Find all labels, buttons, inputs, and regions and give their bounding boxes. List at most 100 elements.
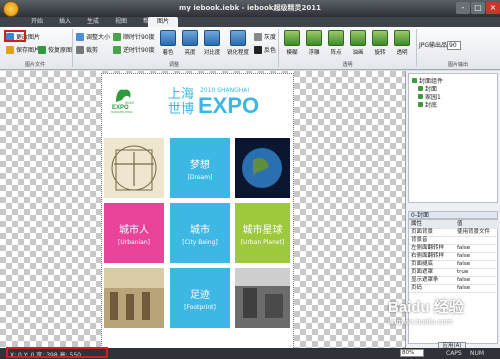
grayscale-icon — [254, 32, 262, 41]
property-key: 页面褪底 — [411, 261, 434, 267]
rotate-ccw-button[interactable]: 逆时针90度 — [113, 45, 155, 54]
tile-city-en: [City Being] — [182, 238, 218, 246]
oil-paint-label: 油画 — [352, 50, 364, 56]
tile-dream-en: [Dream] — [187, 173, 213, 181]
colorize-icon — [160, 30, 176, 46]
property-value[interactable]: false — [457, 284, 470, 292]
contrast-button[interactable]: 对比度 — [202, 30, 222, 56]
restore-image-label: 恢复原图 — [48, 47, 73, 54]
save-image-button[interactable]: 保存图片 — [6, 45, 40, 54]
property-value[interactable]: true — [457, 268, 468, 276]
property-key: 显示遮罩条 — [411, 277, 439, 283]
quality-input[interactable]: 90 — [447, 41, 461, 50]
group-label-adjust: 调整 — [168, 62, 179, 68]
tile-planet-en: [Urban Planet] — [240, 238, 285, 246]
app-logo-icon[interactable] — [3, 1, 19, 17]
oil-paint-button[interactable]: 油画 — [348, 30, 368, 56]
logo-sub: SHANGHAI CHINA — [111, 111, 133, 114]
group-label-export: 图片输出 — [447, 62, 468, 68]
rotate-cw-label: 顺时针90度 — [123, 34, 155, 41]
emboss-button[interactable]: 浮雕 — [304, 30, 324, 56]
grayscale-button[interactable]: 灰度 — [254, 32, 276, 41]
group-label-effects: 透明 — [342, 62, 353, 68]
swirl-icon — [372, 30, 388, 46]
brightness-icon — [182, 30, 198, 46]
invert-button[interactable]: 反色 — [254, 45, 276, 54]
blur-label: 模糊 — [286, 50, 298, 56]
zoom-select[interactable]: 80% — [400, 349, 424, 357]
tree-node-icon — [418, 86, 423, 91]
ribbon-separator — [72, 29, 73, 67]
rotate-ccw-label: 逆时针90度 — [123, 47, 155, 54]
menu-insert[interactable]: 插入 — [50, 17, 80, 27]
dots-button[interactable]: 阵点 — [326, 30, 346, 56]
expo-cn-line2: 世博 — [168, 102, 195, 117]
brightness-button[interactable]: 亮度 — [180, 30, 200, 56]
contrast-label: 对比度 — [203, 50, 221, 56]
tile-urbanian-cn: 城市人 — [119, 224, 149, 236]
sharpness-button[interactable]: 锐化程度 — [226, 30, 250, 56]
header-value: 值 — [457, 221, 463, 227]
tile-urban-planet[interactable]: 城市星球 [Urban Planet] — [235, 203, 290, 263]
menu-start[interactable]: 开始 — [22, 17, 52, 27]
parade-image[interactable] — [104, 268, 164, 328]
grayscale-label: 灰度 — [264, 34, 277, 41]
menu-view[interactable]: 视图 — [106, 17, 136, 27]
ruins-image[interactable] — [235, 268, 290, 328]
property-key: 页面背景 — [411, 229, 434, 235]
tile-urbanian[interactable]: 城市人 [Urbanian] — [104, 203, 164, 263]
restore-image-button[interactable]: 恢复原图 — [38, 45, 72, 54]
maximize-button[interactable]: ▢ — [471, 2, 485, 14]
menu-picture[interactable]: 图片 — [148, 17, 178, 27]
expo-logo-icon: EXPO 2010 SHANGHAI CHINA — [111, 89, 135, 114]
tile-footprint[interactable]: 足迹 [Footprint] — [170, 268, 230, 328]
property-key: 右侧面翻转样 — [411, 253, 445, 259]
property-value[interactable]: 使用背景文件 — [457, 228, 490, 236]
vitruvian-man-image[interactable] — [104, 138, 164, 198]
highlight-box — [6, 347, 108, 358]
transparent-button[interactable]: 透明 — [392, 30, 412, 56]
earth-image[interactable] — [235, 138, 290, 198]
tile-city-being[interactable]: 城市 [City Being] — [170, 203, 230, 263]
swirl-button[interactable]: 旋转 — [370, 30, 390, 56]
tree-node-icon — [412, 78, 417, 83]
tree-item-back-cover[interactable]: 封底 — [418, 100, 437, 109]
property-value[interactable]: false — [457, 260, 470, 268]
properties-title: 0-封面 — [408, 211, 498, 219]
ribbon: 更改图片 保存图片 恢复原图 图片文件 调整大小 顺时针90度 逆时针90度 裁… — [0, 27, 500, 70]
highlight-box — [4, 30, 26, 42]
tile-city-cn: 城市 — [190, 224, 210, 236]
menu-bar: 开始 插入 生成 视图 帮助 图片 — [0, 17, 500, 27]
crop-label: 裁剪 — [86, 47, 99, 54]
tree-node-icon — [418, 94, 423, 99]
blur-button[interactable]: 模糊 — [282, 30, 302, 56]
title-bar: my iebook.iebk - iebook超级精灵2011 - ▢ × — [0, 0, 500, 17]
crop-button[interactable]: 裁剪 — [76, 45, 98, 54]
rotate-cw-button[interactable]: 顺时针90度 — [113, 32, 155, 41]
sharpness-label: 锐化程度 — [226, 50, 249, 56]
tile-dream[interactable]: 梦想 [Dream] — [170, 138, 230, 198]
watermark-url: jingyan.baidu.com — [388, 318, 453, 326]
group-label-file: 图片文件 — [24, 62, 45, 68]
dots-icon — [328, 30, 344, 46]
window-title: my iebook.iebk - iebook超级精灵2011 — [179, 4, 321, 12]
restore-icon — [38, 45, 46, 54]
property-key: 左侧面翻转样 — [411, 245, 445, 251]
property-value[interactable]: false — [457, 244, 470, 252]
property-row[interactable]: 页码 false — [409, 284, 499, 293]
tile-planet-cn: 城市星球 — [242, 224, 283, 236]
resize-button[interactable]: 调整大小 — [76, 32, 110, 41]
crop-icon — [76, 45, 84, 54]
watermark: Baidu 经验 jingyan.baidu.com — [388, 296, 498, 336]
menu-generate[interactable]: 生成 — [78, 17, 108, 27]
expo-cn-line1: 上海 — [168, 87, 195, 102]
blur-icon — [284, 30, 300, 46]
colorize-button[interactable]: 着色 — [158, 30, 178, 56]
property-value[interactable]: false — [457, 252, 470, 260]
minimize-button[interactable]: - — [456, 2, 470, 14]
rotate-cw-icon — [113, 32, 121, 41]
property-value[interactable]: false — [457, 276, 470, 284]
close-button[interactable]: × — [486, 2, 500, 14]
logo-year: 2010 — [125, 100, 135, 105]
tree-node-icon — [418, 102, 423, 107]
